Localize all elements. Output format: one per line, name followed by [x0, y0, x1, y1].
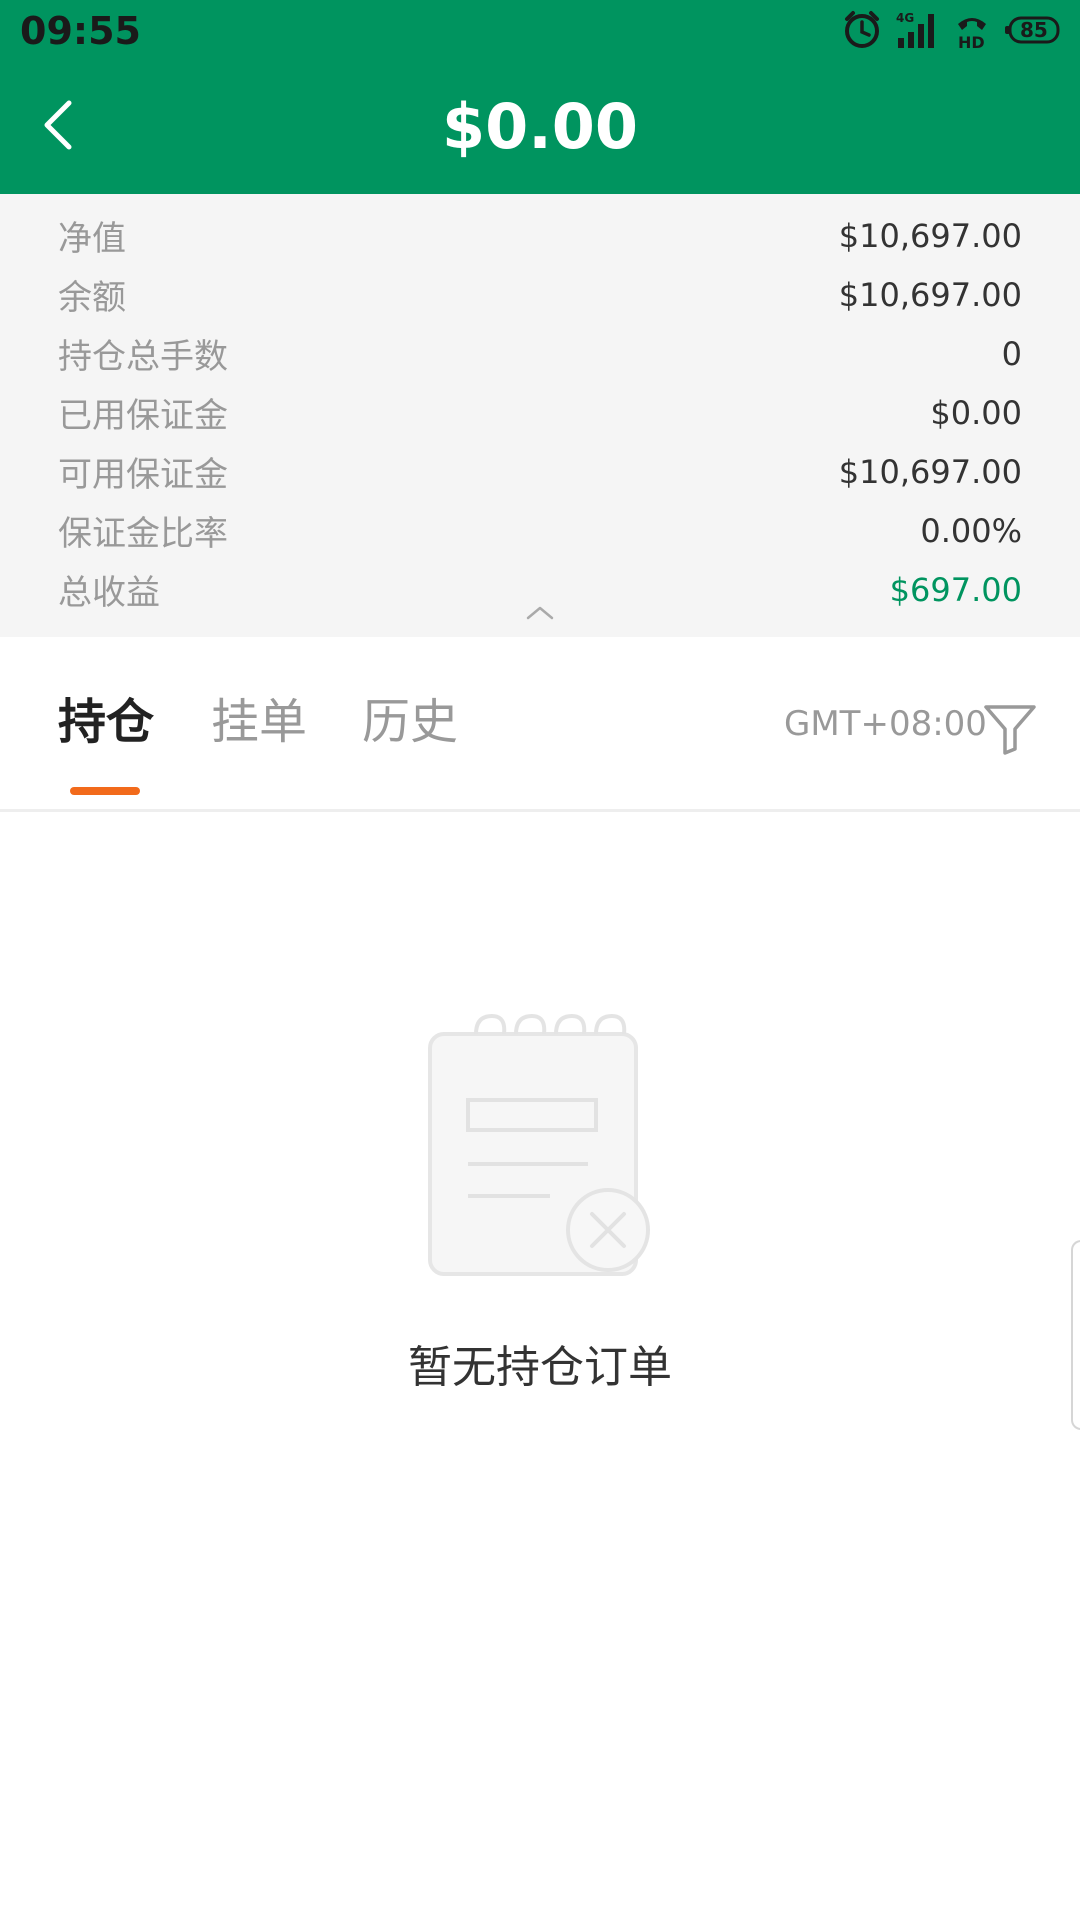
empty-state-message: 暂无持仓订单	[408, 1342, 672, 1393]
summary-label: 已用保证金	[58, 396, 228, 436]
summary-label: 总收益	[58, 573, 160, 613]
tab-pending-orders[interactable]: 挂单	[211, 692, 307, 752]
app-header: 09:55 4G HD 85 $0.00	[0, 0, 1080, 194]
order-tabs: 持仓 挂单 历史 GMT+08:00	[0, 637, 1080, 812]
summary-label: 可用保证金	[58, 455, 228, 495]
hd-call-icon: HD	[954, 10, 990, 50]
chevron-up-icon	[525, 605, 555, 625]
summary-label: 保证金比率	[58, 514, 228, 554]
summary-value: $10,697.00	[838, 452, 1022, 491]
summary-value: $10,697.00	[838, 216, 1022, 255]
filter-icon	[982, 705, 1038, 761]
summary-row-total-lots: 持仓总手数 0	[58, 324, 1022, 383]
battery-icon: 85	[1004, 10, 1062, 50]
summary-value: 0	[1001, 334, 1022, 373]
filter-button[interactable]	[982, 701, 1038, 757]
summary-label: 净值	[58, 219, 126, 259]
summary-row-margin-ratio: 保证金比率 0.00%	[58, 501, 1022, 560]
active-tab-indicator	[70, 787, 140, 795]
summary-value: $10,697.00	[838, 275, 1022, 314]
empty-notepad-icon	[420, 1010, 660, 1290]
summary-label: 持仓总手数	[58, 337, 228, 377]
signal-4g-icon: 4G	[896, 10, 940, 50]
account-summary: 净值 $10,697.00 余额 $10,697.00 持仓总手数 0 已用保证…	[0, 194, 1080, 637]
svg-text:HD: HD	[958, 33, 985, 50]
page-title: $0.00	[441, 90, 639, 163]
summary-row-used-margin: 已用保证金 $0.00	[58, 383, 1022, 442]
status-time: 09:55	[20, 9, 141, 53]
status-icons: 4G HD 85	[842, 10, 1062, 50]
summary-value: $697.00	[889, 570, 1022, 609]
side-drag-handle[interactable]	[1071, 1240, 1080, 1430]
summary-row-equity: 净值 $10,697.00	[58, 206, 1022, 265]
summary-value: 0.00%	[920, 511, 1022, 550]
svg-text:4G: 4G	[896, 11, 914, 25]
summary-row-balance: 余额 $10,697.00	[58, 265, 1022, 324]
summary-value: $0.00	[930, 393, 1022, 432]
summary-label: 余额	[58, 278, 126, 318]
timezone-label: GMT+08:00	[784, 704, 987, 744]
battery-level: 85	[1020, 18, 1048, 42]
tab-history[interactable]: 历史	[362, 692, 458, 752]
collapse-summary-button[interactable]	[520, 602, 560, 628]
tab-positions[interactable]: 持仓	[58, 692, 154, 752]
summary-row-free-margin: 可用保证金 $10,697.00	[58, 442, 1022, 501]
alarm-icon	[842, 10, 882, 50]
